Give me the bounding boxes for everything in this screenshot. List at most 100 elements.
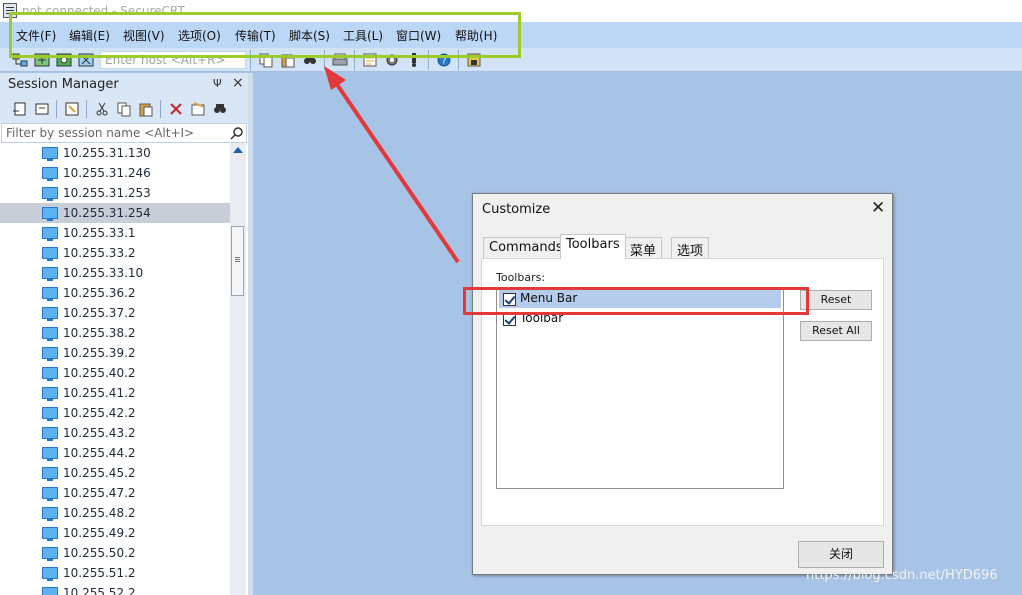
session-item[interactable]: 10.255.31.253 xyxy=(0,183,230,203)
session-item[interactable]: 10.255.52.2 xyxy=(0,583,230,595)
session-item[interactable]: 10.255.33.1 xyxy=(0,223,230,243)
tab-commands[interactable]: Commands xyxy=(483,237,569,258)
session-label: 10.255.39.2 xyxy=(63,346,136,360)
panel-splitter[interactable] xyxy=(248,73,253,595)
tab-menu[interactable]: 菜单 xyxy=(624,237,663,259)
session-label: 10.255.48.2 xyxy=(63,506,136,520)
session-item[interactable]: 10.255.51.2 xyxy=(0,563,230,583)
monitor-icon xyxy=(42,147,58,161)
find-session-icon[interactable] xyxy=(212,101,228,117)
reset-all-button[interactable]: Reset All xyxy=(800,321,872,341)
monitor-icon xyxy=(42,487,58,501)
monitor-icon xyxy=(42,467,58,481)
session-list: 10.255.31.130 10.255.31.246 10.255.31.25… xyxy=(0,143,230,595)
session-manager-title: Session Manager xyxy=(8,77,119,92)
customize-dialog: Customize ✕ Commands Toolbars 菜单 选项 Tool… xyxy=(472,193,893,575)
monitor-icon xyxy=(42,227,58,241)
monitor-icon xyxy=(42,307,58,321)
search-icon[interactable] xyxy=(230,126,244,140)
scroll-up-icon[interactable] xyxy=(233,147,243,153)
session-label: 10.255.31.253 xyxy=(63,186,151,200)
monitor-icon xyxy=(42,187,58,201)
session-item[interactable]: 10.255.42.2 xyxy=(0,403,230,423)
session-manager-toolbar xyxy=(0,95,248,123)
session-label: 10.255.31.246 xyxy=(63,166,151,180)
session-label: 10.255.44.2 xyxy=(63,446,136,460)
svg-text:?: ? xyxy=(442,57,447,67)
monitor-icon xyxy=(42,347,58,361)
connect-in-tab-icon[interactable] xyxy=(34,101,50,117)
session-item[interactable]: 10.255.31.130 xyxy=(0,143,230,163)
monitor-icon xyxy=(42,287,58,301)
monitor-icon xyxy=(42,267,58,281)
session-label: 10.255.37.2 xyxy=(63,306,136,320)
paste-session-icon[interactable] xyxy=(138,101,154,117)
session-manager-panel: Session Manager Ψ × Filter by session na… xyxy=(0,73,248,595)
session-filter-input[interactable]: Filter by session name <Alt+I> xyxy=(1,123,247,143)
session-manager-header: Session Manager Ψ × xyxy=(0,73,248,95)
session-item[interactable]: 10.255.39.2 xyxy=(0,343,230,363)
session-label: 10.255.36.2 xyxy=(63,286,136,300)
session-item[interactable]: 10.255.40.2 xyxy=(0,363,230,383)
session-item[interactable]: 10.255.50.2 xyxy=(0,543,230,563)
new-session-icon[interactable] xyxy=(64,101,80,117)
dialog-close-icon[interactable]: ✕ xyxy=(871,198,885,218)
session-item[interactable]: 10.255.44.2 xyxy=(0,443,230,463)
monitor-icon xyxy=(42,507,58,521)
session-item[interactable]: 10.255.37.2 xyxy=(0,303,230,323)
session-label: 10.255.33.10 xyxy=(63,266,144,280)
monitor-icon xyxy=(42,387,58,401)
session-item[interactable]: 10.255.38.2 xyxy=(0,323,230,343)
toolbar-separator xyxy=(160,100,161,118)
monitor-icon xyxy=(42,167,58,181)
session-item-selected[interactable]: 10.255.31.254 xyxy=(0,203,230,223)
grip-icon xyxy=(235,257,240,258)
scrollbar-thumb[interactable] xyxy=(231,226,244,296)
monitor-icon xyxy=(42,367,58,381)
session-item[interactable]: 10.255.45.2 xyxy=(0,463,230,483)
copy-session-icon[interactable] xyxy=(116,101,132,117)
properties-icon[interactable] xyxy=(190,101,206,117)
session-label: 10.255.33.2 xyxy=(63,246,136,260)
session-label: 10.255.45.2 xyxy=(63,466,136,480)
tab-options[interactable]: 选项 xyxy=(671,237,710,259)
session-item[interactable]: 10.255.31.246 xyxy=(0,163,230,183)
close-icon[interactable]: × xyxy=(232,75,244,91)
toolbar-separator xyxy=(86,100,87,118)
session-item[interactable]: 10.255.41.2 xyxy=(0,383,230,403)
session-label: 10.255.47.2 xyxy=(63,486,136,500)
menu-bar-highlight-box xyxy=(463,287,809,315)
session-item[interactable]: 10.255.36.2 xyxy=(0,283,230,303)
session-label: 10.255.49.2 xyxy=(63,526,136,540)
monitor-icon xyxy=(42,407,58,421)
cut-icon[interactable] xyxy=(94,101,110,117)
session-label: 10.255.33.1 xyxy=(63,226,136,240)
session-list-scrollbar[interactable] xyxy=(230,143,246,595)
monitor-icon xyxy=(42,547,58,561)
pin-icon[interactable]: Ψ xyxy=(213,77,222,90)
monitor-icon xyxy=(42,567,58,581)
monitor-icon xyxy=(42,427,58,441)
session-item[interactable]: 10.255.33.10 xyxy=(0,263,230,283)
monitor-icon xyxy=(42,527,58,541)
reset-button[interactable]: Reset xyxy=(800,290,872,310)
connect-session-icon[interactable] xyxy=(12,101,28,117)
session-label: 10.255.41.2 xyxy=(63,386,136,400)
session-item[interactable]: 10.255.48.2 xyxy=(0,503,230,523)
monitor-icon xyxy=(42,207,58,221)
session-item[interactable]: 10.255.47.2 xyxy=(0,483,230,503)
toolbars-listbox[interactable]: Menu Bar Toolbar xyxy=(496,287,784,489)
tab-toolbars[interactable]: Toolbars xyxy=(560,234,626,259)
toolbars-group-label: Toolbars: xyxy=(496,271,546,284)
session-item[interactable]: 10.255.49.2 xyxy=(0,523,230,543)
session-label: 10.255.31.130 xyxy=(63,146,151,160)
session-item[interactable]: 10.255.33.2 xyxy=(0,243,230,263)
session-label: 10.255.31.254 xyxy=(63,206,151,220)
close-button[interactable]: 关闭 xyxy=(798,541,884,568)
session-label: 10.255.52.2 xyxy=(63,586,136,595)
monitor-icon xyxy=(42,247,58,261)
watermark: https://blog.csdn.net/HYD696 xyxy=(806,568,998,583)
monitor-icon xyxy=(42,327,58,341)
session-item[interactable]: 10.255.43.2 xyxy=(0,423,230,443)
delete-icon[interactable] xyxy=(168,101,184,117)
